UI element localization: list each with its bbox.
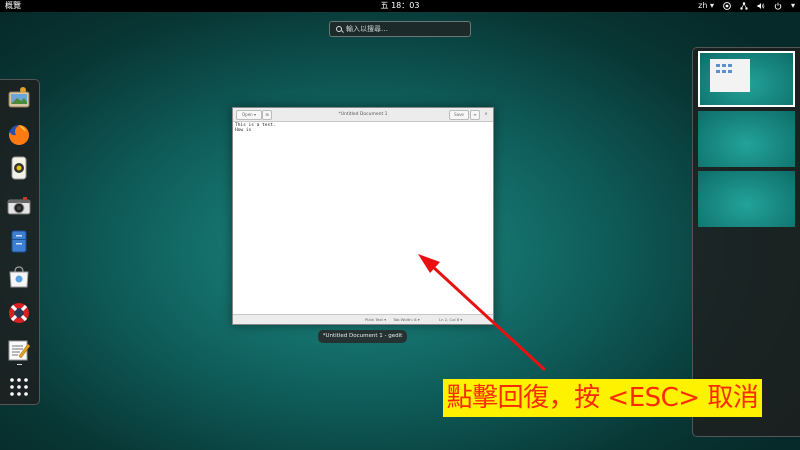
firefox-app-icon[interactable] (7, 123, 31, 147)
clock-area: 五 18：03 (0, 0, 800, 12)
gedit-app-icon[interactable] (7, 338, 31, 362)
gedit-window[interactable]: Open ▾ ⊞ *Untitled Document 1 Save ≡ ✕ T… (232, 107, 494, 325)
input-language-menu[interactable]: zh ▾ (698, 0, 714, 12)
cursor-position-menu[interactable]: Ln 2, Col 6 ▾ (439, 317, 462, 322)
workspace-thumbnail[interactable] (698, 171, 795, 227)
software-app-icon[interactable] (7, 265, 31, 289)
files-app-icon[interactable] (7, 229, 31, 253)
search-icon (336, 26, 342, 32)
system-tray[interactable]: zh ▾ ▾ (698, 0, 795, 12)
help-app-icon[interactable] (7, 301, 31, 325)
text-editor[interactable]: This is a test. How is (234, 122, 492, 314)
syntax-menu[interactable]: Plain Text ▾ (365, 317, 386, 322)
volume-icon[interactable] (757, 2, 765, 10)
grid-icon[interactable] (7, 375, 31, 399)
close-icon[interactable]: ✕ (482, 110, 490, 118)
new-tab-button[interactable]: ⊞ (262, 110, 272, 120)
cheese-app-icon[interactable] (7, 194, 31, 218)
accessibility-icon[interactable] (723, 2, 731, 10)
header-bar: Open ▾ ⊞ *Untitled Document 1 Save ≡ ✕ (233, 108, 493, 122)
instruction-banner: 點擊回復，按 <ESC> 取消 (443, 379, 762, 417)
tab-width-menu[interactable]: Tab Width: 8 ▾ (393, 317, 420, 322)
status-bar: Plain Text ▾ Tab Width: 8 ▾ Ln 2, Col 6 … (233, 314, 493, 324)
window-thumbnail (710, 59, 750, 92)
rhythmbox-app-icon[interactable] (7, 156, 31, 180)
search-placeholder: 輸入以搜尋… (346, 25, 388, 33)
chevron-down-icon[interactable]: ▾ (791, 0, 795, 12)
save-button[interactable]: Save (449, 110, 469, 120)
hamburger-icon[interactable]: ≡ (470, 110, 480, 120)
open-button[interactable]: Open ▾ (236, 110, 262, 120)
text-line: How is (235, 128, 252, 133)
workspace-thumbnail[interactable] (698, 111, 795, 167)
dash (0, 79, 40, 405)
search-input[interactable]: 輸入以搜尋… (329, 21, 471, 37)
running-indicator (17, 364, 22, 365)
top-bar: 概覽 五 18：03 zh ▾ ▾ (0, 0, 800, 12)
network-icon[interactable] (740, 2, 748, 10)
workspace-thumbnail[interactable] (698, 51, 795, 107)
shotwell-app-icon[interactable] (7, 86, 31, 110)
clock-button[interactable]: 五 18：03 (381, 0, 420, 12)
power-icon[interactable] (774, 2, 782, 10)
window-caption: *Untitled Document 1 - gedit (318, 330, 407, 343)
